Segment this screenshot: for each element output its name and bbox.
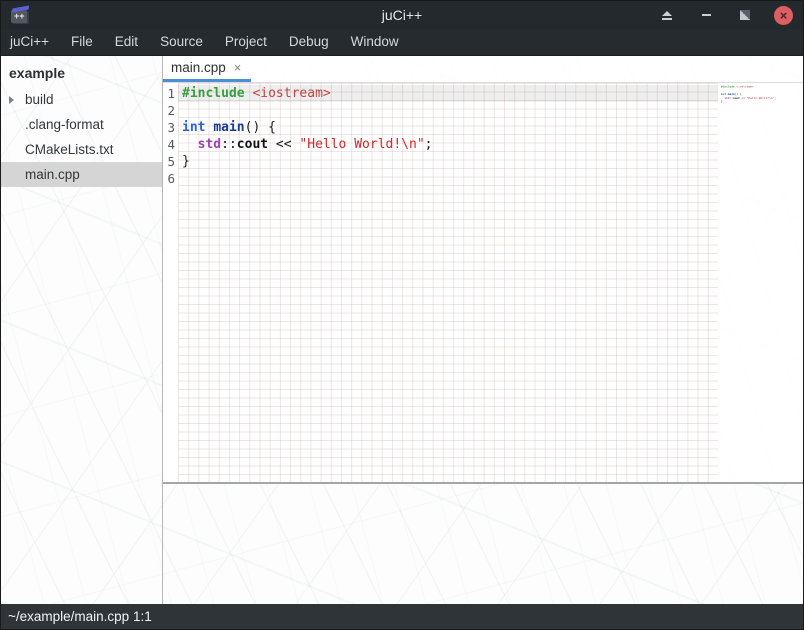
tree-item-label: .clang-format [25,117,104,132]
line-number: 1 [163,85,178,102]
code-token: <iostream> [736,85,753,88]
expander-spacer [9,120,21,130]
code-token: int [182,120,205,135]
close-tab-icon[interactable]: × [234,61,242,74]
code-token: ; [425,137,433,152]
tree-item-label: CMakeLists.txt [25,142,114,157]
tree-item-clang-format[interactable]: .clang-format [1,112,162,137]
code-token: << [268,137,299,152]
expander-spacer [9,145,21,155]
main-area: example build .clang-format CMakeLists.txt… [1,56,803,604]
status-bar: ~/example/main.cpp 1:1 [1,604,803,629]
line-number: 4 [163,136,178,153]
code-token: "Hello World!\n" [747,96,775,99]
code-line: std::cout << "Hello World!\n"; [720,96,738,100]
code-token: #include [182,86,245,101]
code-token: () { [245,120,276,135]
menu-item-window[interactable]: Window [340,29,410,55]
minimize-icon [702,14,711,16]
maximize-icon [740,10,750,20]
logo-plus-plus: ++ [14,11,25,21]
line-number: 2 [163,102,178,119]
editor-margin: #include <iostream>int main() { std::cou… [718,83,803,482]
code-token: cout [733,96,740,99]
title-bar[interactable]: ++ juCi++ × [1,1,803,29]
tree-item-label: main.cpp [25,167,80,182]
tab-bar: main.cpp × [163,56,803,83]
close-button[interactable]: × [774,6,793,25]
content-column: main.cpp× 123456 #include <iostream>int … [163,56,803,604]
code-line[interactable]: std::cout << "Hello World!\n"; [178,136,718,153]
code-line[interactable] [178,170,718,187]
code-token: main [213,120,244,135]
minimap-content: #include <iostream>int main() { std::cou… [720,85,738,107]
menu-item-edit[interactable]: Edit [104,29,149,55]
line-number: 5 [163,153,178,170]
line-number: 6 [163,170,178,187]
output-panel[interactable] [163,484,803,604]
menu-bar: juCi++FileEditSourceProjectDebugWindow [1,29,803,56]
code-token: } [182,154,190,169]
minimize-button[interactable] [696,5,716,25]
code-line: #include <iostream> [720,85,738,89]
close-icon: × [780,6,788,25]
eject-icon [662,11,672,20]
code-line[interactable]: } [178,153,718,170]
menu-item-juci[interactable]: juCi++ [1,29,60,55]
tree-item-main-cpp[interactable]: main.cpp [1,162,162,187]
code-token: std [198,137,221,152]
tree-item-cmakelists-txt[interactable]: CMakeLists.txt [1,137,162,162]
tree-item-build[interactable]: build [1,87,162,112]
code-token: #include [721,85,735,88]
code-token: <iostream> [252,86,330,101]
menu-item-source[interactable]: Source [149,29,214,55]
line-number-gutter: 123456 [163,83,178,482]
code-line [720,104,738,108]
code-token [182,137,198,152]
editor: 123456 #include <iostream>int main() { s… [163,83,803,482]
code-token: } [721,100,723,103]
menu-item-project[interactable]: Project [214,29,278,55]
maximize-button[interactable] [735,5,755,25]
code-token: ; [774,96,776,99]
app-logo-icon: ++ [11,8,30,23]
code-token: :: [221,137,237,152]
tab-main-cpp[interactable]: main.cpp × [163,56,251,82]
file-tree: build .clang-format CMakeLists.txt main.cpp [1,87,162,187]
shade-window-button[interactable] [657,5,677,25]
minimap[interactable]: #include <iostream>int main() { std::cou… [720,85,801,145]
status-file-position: ~/example/main.cpp 1:1 [8,609,152,624]
code-line[interactable]: int main() { [178,119,718,136]
tab-label: main.cpp [171,60,226,75]
code-area[interactable]: #include <iostream>int main() { std::cou… [178,83,718,482]
code-token: cout [237,137,268,152]
juci-window: ++ juCi++ × juCi++FileEditSourceProjectD… [0,0,804,630]
menu-item-file[interactable]: File [60,29,104,55]
code-line[interactable]: #include <iostream> [178,85,718,102]
code-line[interactable] [178,102,718,119]
expander-spacer [9,170,21,180]
tree-item-label: build [25,92,54,107]
code-token: "Hello World!\n" [299,137,424,152]
window-controls: × [657,5,793,25]
sidebar: example build .clang-format CMakeLists.txt… [1,56,163,604]
menu-item-debug[interactable]: Debug [278,29,340,55]
expander-icon[interactable] [9,95,21,105]
line-number: 3 [163,119,178,136]
project-root-label[interactable]: example [1,61,162,87]
